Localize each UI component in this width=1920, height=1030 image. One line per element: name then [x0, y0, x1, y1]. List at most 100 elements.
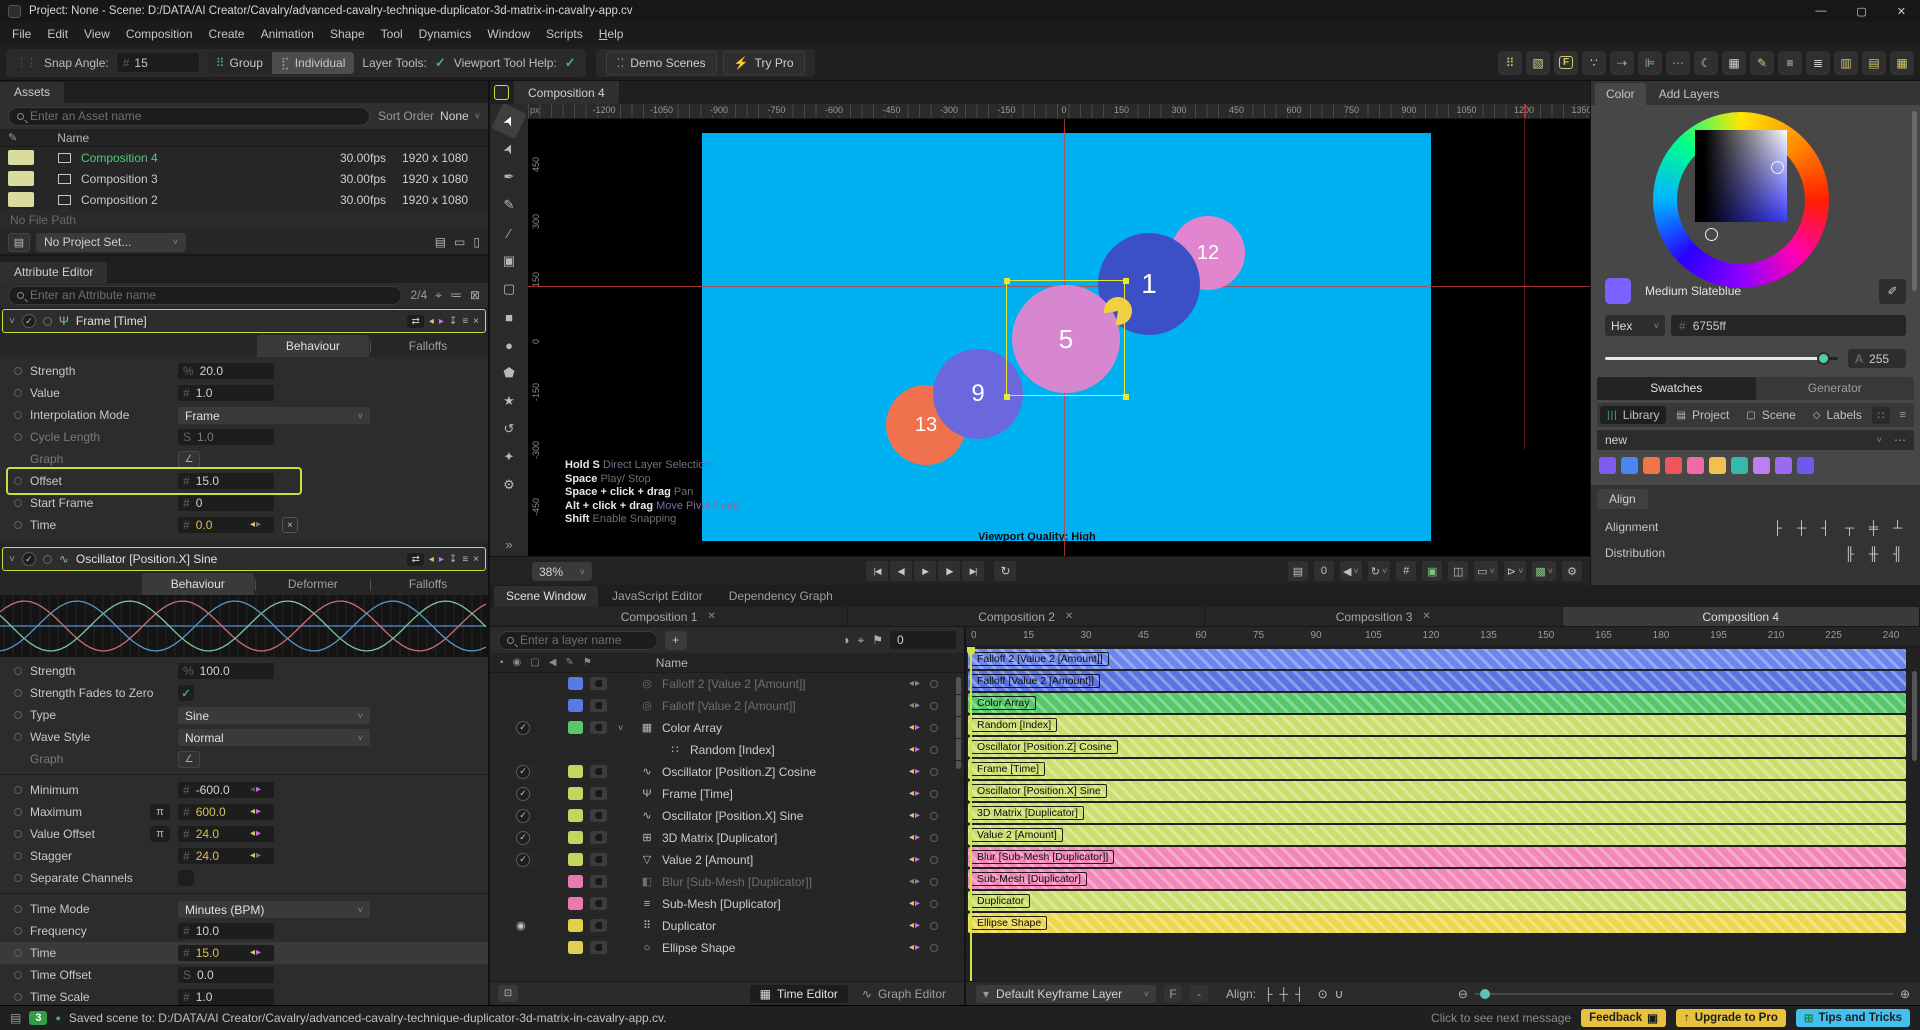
loop-button[interactable]: ↻ [994, 561, 1016, 581]
timeline-bar[interactable]: Falloff 2 [Value 2 [Amount]] [968, 649, 1906, 669]
attribute-port[interactable] [14, 367, 22, 375]
layer-enabled-checkbox[interactable]: ✓ [516, 830, 530, 845]
layer-color-swatch[interactable] [568, 699, 583, 712]
expand-tools-icon[interactable]: » [505, 537, 512, 552]
attribute-port[interactable] [14, 808, 22, 816]
value-field[interactable]: #0 [178, 495, 274, 511]
marquee-tool[interactable]: ▢ [495, 276, 523, 302]
layer-port[interactable] [930, 833, 938, 842]
key-right-icon[interactable]: ▸ [915, 744, 920, 755]
asset-search-input[interactable]: Enter an Asset name [8, 106, 371, 126]
key-left-icon[interactable]: ◂ [429, 316, 434, 327]
checkbox[interactable] [178, 870, 194, 886]
key-right-icon[interactable]: ▸ [439, 316, 444, 327]
attr-row-start-frame[interactable]: Start Frame #0 [0, 492, 488, 514]
tab-swatches[interactable]: Swatches [1597, 377, 1756, 400]
export-icon[interactable]: ⊳ ˅ [1503, 561, 1527, 581]
value-field[interactable]: #10.0 [178, 923, 274, 939]
layer-row[interactable]: ✓ ˅ ▦ Color Array ◂ ▸ [490, 717, 964, 739]
tab-deformer[interactable]: Deformer [257, 573, 369, 595]
keyframe-layer-select[interactable]: ▾ Default Keyframe Layer ˅ [976, 984, 1156, 1003]
graph-button[interactable]: ∠ [178, 451, 200, 468]
tab-add-layers[interactable]: Add Layers [1648, 83, 1731, 105]
link-icon[interactable]: ⊙ [1318, 987, 1328, 1001]
layer-port[interactable] [930, 701, 938, 710]
attribute-port[interactable] [14, 499, 22, 507]
group-mode-button[interactable]: ⠿ Group [206, 51, 272, 74]
zoom-in-icon[interactable]: ⊕ [1900, 987, 1910, 1001]
attribute-port[interactable] [14, 949, 22, 957]
key-left-icon[interactable]: ◂ [909, 744, 914, 755]
attr-row-time-mode[interactable]: Time Mode Minutes (BPM) ˅ [0, 898, 488, 920]
layer-color-swatch[interactable] [568, 809, 583, 822]
key-left-icon[interactable]: ◂ [909, 832, 914, 843]
key-right-icon[interactable]: ▸ [915, 942, 920, 953]
enabled-checkbox[interactable]: ✓ [21, 314, 36, 328]
distribute-left-icon[interactable]: ╟ [1841, 545, 1858, 561]
attr-row-interpolation-mode[interactable]: Interpolation Mode Frame ˅ [0, 404, 488, 426]
attr-row-graph[interactable]: Graph ∠ [0, 748, 488, 770]
color-mode-select[interactable]: Hex ˅ [1605, 315, 1665, 336]
menu-file[interactable]: File [4, 24, 39, 44]
close-icon[interactable]: × [473, 554, 479, 565]
knife-tool[interactable]: ∕ [495, 220, 523, 246]
pen-icon[interactable]: ✎ [565, 657, 573, 668]
attribute-port[interactable] [14, 389, 22, 397]
layer-color-swatch[interactable] [568, 787, 583, 800]
layer-toggle-chip[interactable] [590, 853, 607, 866]
menu-view[interactable]: View [76, 24, 118, 44]
color-swatch[interactable] [1643, 457, 1660, 474]
tab-dependency-graph[interactable]: Dependency Graph [717, 586, 845, 607]
color-swatch[interactable] [1731, 457, 1748, 474]
key-left-icon[interactable]: ◂ [429, 554, 434, 565]
step-back-button[interactable]: ◀| [890, 561, 912, 581]
dock-icon[interactable]: ⊡ [498, 985, 518, 1002]
attribute-port[interactable] [14, 667, 22, 675]
viewport-composition-tab[interactable]: Composition 4 [514, 81, 619, 104]
color-panel-scrollbar[interactable] [1912, 111, 1917, 291]
playhead[interactable] [967, 647, 975, 981]
ink-tool[interactable]: ✎ [495, 192, 523, 218]
attr-row-offset[interactable]: Offset #15.0 [0, 467, 488, 495]
forge-icon[interactable]: F [1554, 50, 1578, 75]
align-right-icon[interactable]: ┤ [1295, 987, 1304, 1001]
solo-toggle[interactable] [42, 554, 52, 564]
swatch-set-select[interactable]: new ˅ ⋯ [1597, 430, 1914, 450]
key-left-icon[interactable]: ◂ [250, 806, 255, 817]
layer-row[interactable]: ≡ Sub-Mesh [Duplicator] ◂ ▸ [490, 893, 964, 915]
tab-behaviour[interactable]: Behaviour [256, 335, 369, 357]
attr-row-strength[interactable]: Strength% 100.0 [0, 660, 488, 682]
tab-javascript-editor[interactable]: JavaScript Editor [600, 586, 715, 607]
key-left-icon[interactable]: ◂ [909, 854, 914, 865]
layer-port[interactable] [930, 811, 938, 820]
layer-enabled-checkbox[interactable]: ✓ [516, 852, 530, 867]
scatter-icon[interactable]: ∵ [1582, 50, 1606, 75]
render-icon[interactable]: ▢ [530, 657, 539, 668]
demo-scenes-button[interactable]: ⁚⁚ Demo Scenes [605, 50, 717, 75]
key-left-icon[interactable]: ◂ [909, 920, 914, 931]
chevron-down-icon[interactable]: ˅ [9, 316, 15, 327]
attr-row-time-scale[interactable]: Time Scale #1.0 [0, 986, 488, 1005]
align-bottom-icon[interactable]: ┴ [1889, 519, 1906, 535]
asset-color-swatch[interactable] [8, 192, 34, 207]
cube-icon[interactable]: ▧ [1526, 50, 1550, 75]
attr-row-minimum[interactable]: Minimum # -600.0 ◂ ▸ [0, 779, 488, 801]
layer-toggle-chip[interactable] [590, 787, 607, 800]
behaviour-section-header[interactable]: ˅ ✓ Ψ Frame [Time] ⇄ ◂ ▸ ↧ ≡ × [2, 309, 486, 333]
key-left-icon[interactable]: ◂ [909, 876, 914, 887]
swatch-set-menu[interactable]: ⋯ [1894, 433, 1906, 447]
attribute-port[interactable] [14, 477, 22, 485]
key-left-icon[interactable]: ◂ [250, 519, 255, 530]
layer-toggle-chip[interactable] [590, 941, 607, 954]
polygon-tool[interactable]: ⬟ [495, 360, 523, 386]
dropdown-wave-style[interactable]: Normal ˅ [178, 729, 370, 746]
key-right-icon[interactable]: ▸ [256, 784, 261, 795]
attr-row-frequency[interactable]: Frequency #10.0 [0, 920, 488, 942]
layer-row[interactable]: ✓ ▽ Value 2 [Amount] ◂ ▸ [490, 849, 964, 871]
try-pro-button[interactable]: ⚡ Try Pro [722, 50, 805, 75]
layer-port[interactable] [930, 679, 938, 688]
target-icon[interactable]: ⌖ [435, 288, 442, 303]
viewport-menu-icon[interactable] [494, 85, 509, 100]
selection-bounding-box[interactable] [1004, 278, 1129, 400]
key-right-icon[interactable]: ▸ [915, 722, 920, 733]
